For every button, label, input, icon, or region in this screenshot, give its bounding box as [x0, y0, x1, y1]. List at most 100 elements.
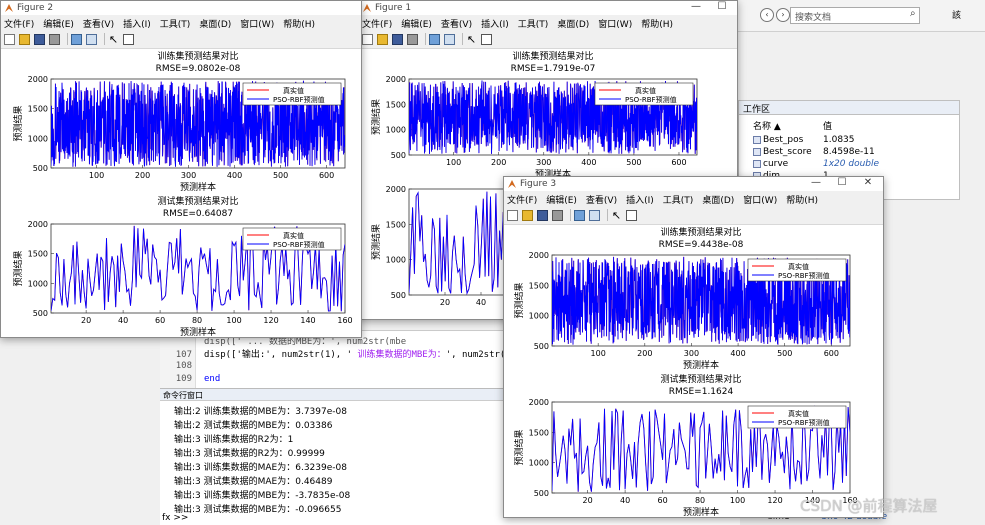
chart-rmse: RMSE=1.1624 [669, 387, 734, 397]
menu-item[interactable]: 插入(I) [626, 193, 654, 206]
x-tick-label: 500 [626, 158, 641, 167]
user-indicator[interactable]: 該 [952, 8, 961, 21]
y-tick-label: 500 [33, 309, 48, 318]
y-tick-label: 1000 [28, 134, 48, 143]
menu-item[interactable]: 帮助(H) [283, 17, 315, 30]
menu-item[interactable]: 查看(V) [83, 17, 114, 30]
menu-item[interactable]: 文件(F) [507, 193, 537, 206]
layout-icon[interactable] [589, 209, 600, 221]
menu-item[interactable]: 桌面(D) [557, 17, 589, 30]
y-tick-label: 1000 [529, 312, 549, 321]
save-icon[interactable] [392, 33, 403, 45]
menu-item[interactable]: 编辑(E) [401, 17, 432, 30]
var-name: Best_pos [763, 135, 804, 145]
menu-item[interactable]: 工具(T) [160, 17, 191, 30]
layout-icon[interactable] [86, 33, 97, 45]
legend[interactable]: 真实值PSO-RBF预测值 [594, 82, 694, 106]
print-icon[interactable] [552, 209, 563, 221]
menu-item[interactable]: 工具(T) [518, 17, 549, 30]
pointer-icon[interactable]: ↖ [611, 210, 622, 221]
var-value: 1.0835 [823, 135, 855, 145]
workspace-col-name[interactable]: 名称 ▲ [753, 119, 781, 132]
x-tick-label: 40 [118, 316, 128, 325]
figure-3-window[interactable]: Figure 3 — ☐ ✕ 文件(F) 编辑(E) 查看(V) 插入(I) 工具(T) 桌面(… [503, 176, 884, 518]
legend[interactable]: 真实值PSO-RBF预测值 [747, 258, 847, 282]
link-plot-icon[interactable] [574, 209, 585, 221]
property-editor-icon[interactable] [626, 209, 637, 221]
new-figure-icon[interactable] [4, 33, 15, 45]
search-icon[interactable]: ⌕ [910, 8, 916, 19]
legend-predicted-label: PSO-RBF预测值 [778, 271, 830, 280]
y-tick-label: 500 [33, 164, 48, 173]
code-line[interactable]: 109 end [162, 374, 221, 384]
figure-titlebar[interactable]: Figure 1 — ☐ [359, 1, 737, 15]
y-tick-label: 2000 [529, 251, 549, 260]
legend[interactable]: 真实值PSO-RBF预测值 [242, 82, 342, 106]
menu-item[interactable]: 帮助(H) [641, 17, 673, 30]
print-icon[interactable] [49, 33, 60, 45]
workspace-col-value[interactable]: 值 [823, 119, 832, 132]
menu-item[interactable]: 插入(I) [123, 17, 151, 30]
property-editor-icon[interactable] [123, 33, 134, 45]
menu-item[interactable]: 窗口(W) [743, 193, 777, 206]
legend[interactable]: 真实值PSO-RBF预测值 [242, 227, 342, 251]
code-line[interactable]: 107 disp(['输出:', num2str(1), ' 训练集数据的MBE为… [162, 347, 522, 360]
search-docs-input[interactable]: 搜索文档 [790, 7, 920, 24]
maximize-icon[interactable]: ☐ [829, 177, 855, 188]
new-figure-icon[interactable] [507, 209, 518, 221]
chart-title: 测试集预测结果对比 [660, 373, 741, 385]
menu-item[interactable]: 查看(V) [441, 17, 472, 30]
axes-panel: 训练集预测结果对比 RMSE=9.0802e-08 500 1000 1500 2000 1… [12, 50, 346, 193]
new-figure-icon[interactable] [362, 33, 373, 45]
y-tick-label: 500 [534, 342, 549, 351]
close-icon[interactable]: ✕ [855, 177, 881, 188]
save-icon[interactable] [537, 209, 548, 221]
save-icon[interactable] [34, 33, 45, 45]
legend[interactable]: 真实值PSO-RBF预测值 [747, 405, 847, 429]
menu-item[interactable]: 帮助(H) [786, 193, 818, 206]
legend-actual-label: 真实值 [283, 86, 304, 95]
code-line[interactable]: 108 [162, 361, 204, 371]
figure-titlebar[interactable]: Figure 3 — ☐ ✕ [504, 177, 883, 191]
menu-item[interactable]: 插入(I) [481, 17, 509, 30]
menu-item[interactable]: 桌面(D) [199, 17, 231, 30]
open-file-icon[interactable] [377, 33, 388, 45]
menu-item[interactable]: 窗口(W) [598, 17, 632, 30]
command-output-line: 输出:3 训练集数据的MAE为：6.3239e-08 [174, 463, 347, 473]
figure-2-window[interactable]: Figure 2 文件(F) 编辑(E) 查看(V) 插入(I) 工具(T) 桌面(D) 窗… [0, 0, 362, 338]
link-plot-icon[interactable] [71, 33, 82, 45]
menu-item[interactable]: 文件(F) [4, 17, 34, 30]
maximize-icon[interactable]: ☐ [709, 1, 735, 12]
pointer-icon[interactable]: ↖ [466, 34, 477, 45]
open-file-icon[interactable] [19, 33, 30, 45]
back-icon[interactable]: ‹ [760, 8, 774, 22]
menu-item[interactable]: 桌面(D) [702, 193, 734, 206]
command-output-line: 输出:2 测试集数据的MBE为：0.03386 [174, 421, 333, 431]
minimize-icon[interactable]: — [803, 177, 829, 188]
matlab-logo-icon [508, 180, 516, 188]
y-tick-label: 2000 [386, 185, 406, 194]
property-editor-icon[interactable] [481, 33, 492, 45]
forward-icon[interactable]: › [776, 8, 790, 22]
y-tick-label: 1000 [28, 279, 48, 288]
menu-item[interactable]: 工具(T) [663, 193, 694, 206]
menu-item[interactable]: 编辑(E) [43, 17, 74, 30]
print-icon[interactable] [407, 33, 418, 45]
pointer-icon[interactable]: ↖ [108, 34, 119, 45]
menu-item[interactable]: 文件(F) [362, 17, 392, 30]
menu-item[interactable]: 窗口(W) [240, 17, 274, 30]
command-prompt[interactable]: fx >> [162, 513, 188, 523]
x-tick-label: 300 [536, 158, 551, 167]
axes-panel: 训练集预测结果对比 RMSE=1.7919e-07 500 1000 1500 2000 1… [370, 50, 698, 180]
menu-item[interactable]: 查看(V) [586, 193, 617, 206]
figure-titlebar[interactable]: Figure 2 [1, 1, 361, 15]
x-tick-label: 300 [181, 171, 196, 180]
link-plot-icon[interactable] [429, 33, 440, 45]
minimize-icon[interactable]: — [683, 1, 709, 12]
open-file-icon[interactable] [522, 209, 533, 221]
figure-title: Figure 2 [17, 3, 54, 13]
legend-actual-label: 真实值 [788, 409, 809, 418]
menu-item[interactable]: 编辑(E) [546, 193, 577, 206]
layout-icon[interactable] [444, 33, 455, 45]
x-axis-label: 预测样本 [683, 506, 719, 518]
